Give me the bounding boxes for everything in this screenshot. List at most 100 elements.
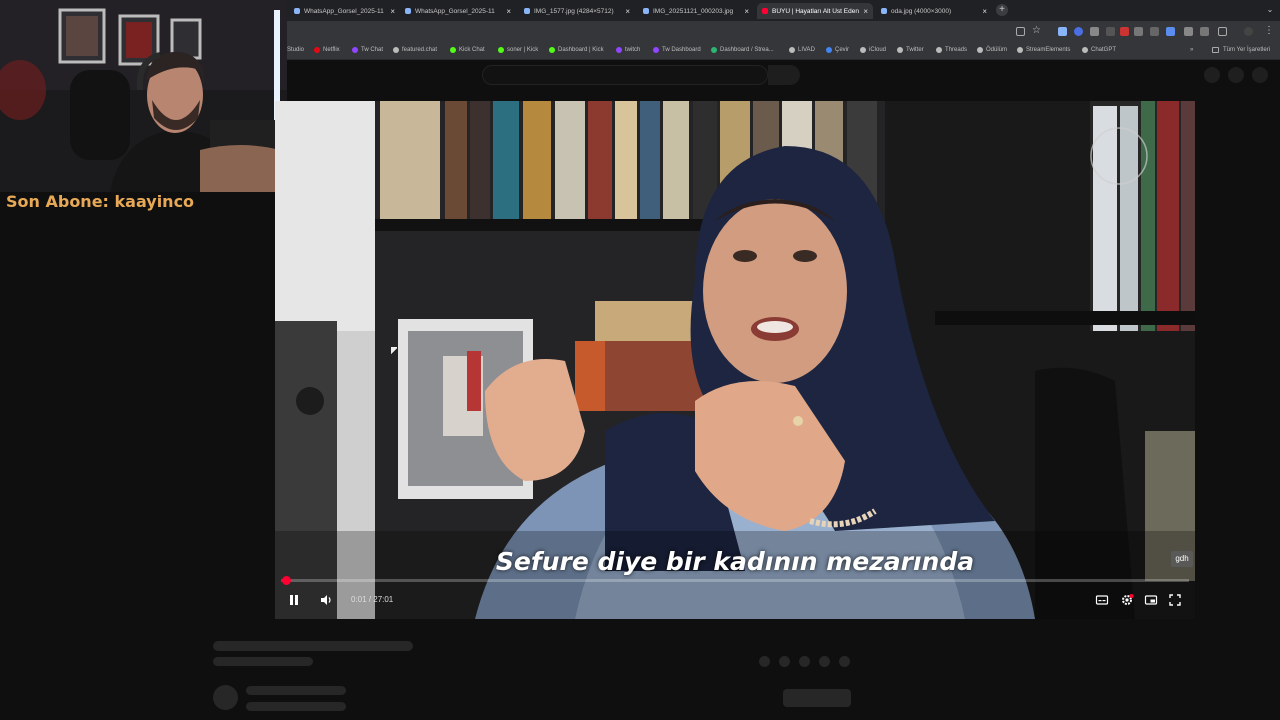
bookmark-item[interactable]: twitch [616,47,640,53]
progress-bar[interactable] [281,576,1189,585]
settings-button[interactable] [1118,591,1136,609]
search-input[interactable] [482,65,768,85]
bookmark-label: Netflix [323,47,340,53]
tab-favicon-icon [881,8,887,14]
browser-tab[interactable]: WhatsApp_Gorsel_2025-11 × [289,3,400,19]
settings-gear-icon [1122,594,1134,605]
bookmark-label: Tw Dashboard [662,47,701,53]
profile-avatar[interactable] [1244,27,1253,36]
install-app-icon[interactable] [1016,27,1025,36]
bookmark-item[interactable]: Tw Dashboard [653,47,701,53]
all-bookmarks-folder[interactable]: Tüm Yer İşaretleri [1212,47,1270,53]
bookmark-label: Dashboard | Kick [558,47,604,53]
browser-tab-active[interactable]: BÜYÜ | Hayatları Alt Üst Eden × [757,3,873,19]
bookmark-label: Threads [945,47,968,53]
bookmark-item[interactable]: StreamElements [1017,47,1070,53]
bookmark-item[interactable]: LIVAD [789,47,815,53]
browser-menu-icon[interactable]: ⋮ [1264,25,1274,36]
title-skeleton [213,641,413,651]
bookmark-item[interactable]: Dashboard / Strea... [711,47,774,53]
loading-dot [759,656,770,667]
pause-icon [290,595,298,605]
bookmark-item[interactable]: Threads [936,47,967,53]
bookmark-item[interactable]: Netflix [314,47,340,53]
globe-icon [1017,47,1023,53]
tab-close-icon[interactable]: × [744,7,749,16]
channel-watermark[interactable]: gdh [1171,551,1193,567]
bookmarks-overflow-icon[interactable]: » [1190,47,1193,53]
create-icon[interactable] [1204,67,1220,83]
scrubber-handle[interactable] [281,576,291,585]
pause-button[interactable] [285,591,303,609]
bookmark-item[interactable]: Çevir [826,47,849,53]
bookmark-item[interactable]: Kick Chat [450,47,485,53]
fullscreen-button[interactable] [1166,591,1184,609]
twitch-icon [616,47,622,53]
bookmark-label: Dashboard / Strea... [720,47,774,53]
bookmark-item[interactable]: Tw Chat [352,47,383,53]
twitch-icon [653,47,659,53]
tab-close-icon[interactable]: × [625,7,630,16]
fullscreen-icon [1169,594,1181,606]
bookmark-item[interactable]: soner | Kick [498,47,538,53]
extension-icon[interactable] [1074,27,1083,36]
mute-button[interactable] [317,591,335,609]
netflix-icon [314,47,320,53]
extensions-puzzle-icon[interactable] [1218,27,1227,36]
tab-close-icon[interactable]: × [982,7,987,16]
bookmark-label: featured.chat [402,47,438,53]
extension-icon[interactable] [1184,27,1193,36]
all-bookmarks-label: Tüm Yer İşaretleri [1223,47,1271,53]
subtitles-button[interactable] [1093,591,1111,609]
tab-favicon-icon [524,8,530,14]
channel-subs-skeleton [246,702,346,711]
bookmark-item[interactable]: ChatGPT [1082,47,1116,53]
bookmark-item[interactable]: featured.chat [393,47,437,53]
extension-icon[interactable] [1200,27,1209,36]
tab-title: IMG_20251121_000203.jpg [653,7,734,15]
bookmark-item[interactable]: Twitter [897,47,924,53]
channel-name-skeleton [246,686,346,695]
new-tab-button[interactable]: + [996,4,1008,16]
browser-tab[interactable]: IMG_20251121_000203.jpg × [638,3,754,19]
extension-icon[interactable] [1090,27,1099,36]
browser-tab[interactable]: WhatsApp_Gorsel_2025-11 × [400,3,516,19]
browser-tab[interactable]: IMG_1577.jpg (4284×5712) × [519,3,635,19]
bookmark-item[interactable]: Ödülüm [977,47,1007,53]
bookmark-label: Çevir [835,47,850,53]
globe-icon [977,47,983,53]
tab-title: BÜYÜ | Hayatları Alt Üst Eden [772,7,859,15]
tab-close-icon[interactable]: × [390,7,395,16]
avatar[interactable] [1252,67,1268,83]
tab-close-icon[interactable]: × [506,7,511,16]
tab-search-chevron-icon[interactable]: ⌄ [1264,4,1276,16]
webcam-feed [0,0,287,192]
bookmark-label: iCloud [869,47,887,53]
bookmark-item[interactable]: Dashboard | Kick [549,47,604,53]
webcam-overlay [0,0,287,192]
bookmark-item[interactable]: Studio [287,47,304,53]
notifications-bell-icon[interactable] [1228,67,1244,83]
extension-icon[interactable] [1120,27,1129,36]
miniplayer-button[interactable] [1142,591,1160,609]
bookmark-label: Twitter [906,47,924,53]
extension-icon[interactable] [1106,27,1115,36]
bookmark-label: ChatGPT [1091,47,1117,53]
tab-title: WhatsApp_Gorsel_2025-11 [415,7,495,15]
extension-icon[interactable] [1166,27,1175,36]
globe-icon [393,47,399,53]
volume-icon [321,595,331,605]
tab-close-icon[interactable]: × [863,7,868,16]
kick-icon [549,47,555,53]
tab-favicon-icon [405,8,411,14]
extension-icon[interactable] [1150,27,1159,36]
extension-icon[interactable] [1134,27,1143,36]
browser-tab[interactable]: oda.jpg (4000×3000) × [876,3,992,19]
extension-icon[interactable] [1058,27,1067,36]
subtitle-skeleton [213,657,313,666]
search-button[interactable] [768,65,800,85]
bookmark-star-icon[interactable]: ☆ [1032,25,1041,36]
video-player[interactable]: Sefure diye bir kadının mezarında gdh 0:… [275,101,1195,619]
bookmark-label: Kick Chat [459,47,485,53]
bookmark-item[interactable]: iCloud [860,47,886,53]
